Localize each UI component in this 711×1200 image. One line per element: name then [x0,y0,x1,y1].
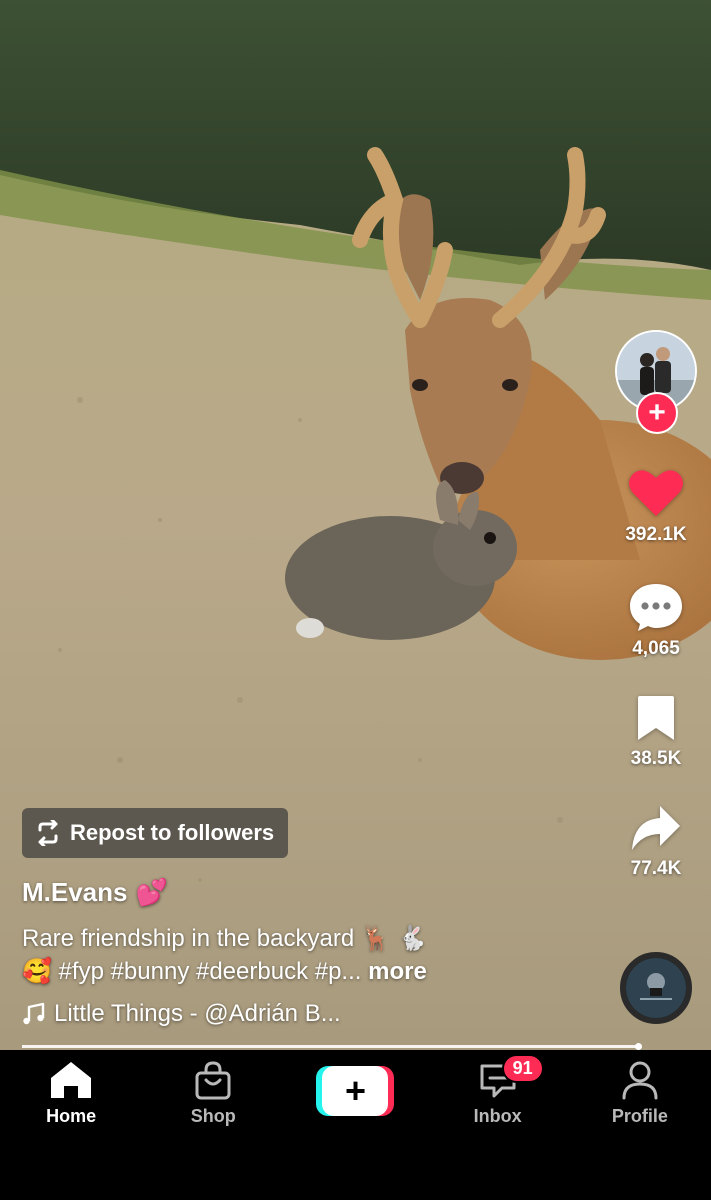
music-note-icon [23,1002,45,1025]
nav-shop-label: Shop [190,1106,236,1126]
caption-line-2: 🥰 #fyp #bunny #deerbuck #p... [22,958,362,985]
nav-inbox-label: Inbox [473,1106,522,1126]
shopping-bag-icon [195,1061,231,1100]
nav-home-label: Home [46,1106,97,1126]
plus-icon: + [322,1066,389,1116]
repost-icon [38,820,58,846]
person-icon [622,1061,658,1100]
nav-home[interactable]: Home [11,1060,131,1200]
author-emoji: 💕 [135,877,168,907]
comment-action[interactable]: 4,065 [628,580,684,660]
save-action[interactable]: 38.5K [630,694,682,770]
like-action[interactable]: 392.1K [625,466,687,546]
inbox-badge: 91 [501,1054,544,1083]
heart-icon[interactable] [627,466,685,518]
nav-shop[interactable]: Shop [153,1060,273,1200]
nav-inbox[interactable]: 91 Inbox [438,1054,558,1200]
bottom-nav: Home Shop + 91 Inbox Profile [0,1050,711,1200]
music-ticker[interactable]: Little Things - @Adrián B... [22,1000,341,1028]
nav-profile[interactable]: Profile [580,1060,700,1200]
progress-knob[interactable] [634,1043,642,1050]
follow-button[interactable]: + [636,392,678,434]
music-title: Little Things - @Adrián B... [54,1000,341,1027]
post-caption[interactable]: Rare friendship in the backyard 🦌 🐇 🥰 #f… [22,922,602,988]
repost-label: Repost to followers [70,820,275,845]
create-button[interactable]: + [316,1066,395,1116]
more-link[interactable]: more [368,958,427,985]
action-rail: + 392.1K 4,065 38.5K 77.4K [601,330,711,914]
author-label: M.Evans [22,877,128,907]
like-count: 392.1K [625,524,687,545]
creator-avatar-group: + [615,330,697,434]
comment-icon[interactable] [628,580,684,632]
caption-line-2-wrap: 🥰 #fyp #bunny #deerbuck #p... more [22,955,602,988]
nav-create[interactable]: + [295,1060,415,1200]
save-count: 38.5K [630,748,682,769]
caption-line-1: Rare friendship in the backyard 🦌 🐇 [22,925,428,952]
share-count: 77.4K [630,858,682,879]
repost-button[interactable]: Repost to followers [22,808,289,858]
nav-profile-label: Profile [611,1106,668,1126]
video-progress-bar[interactable] [22,1043,642,1050]
music-disc[interactable] [620,952,692,1024]
share-icon[interactable] [630,804,682,852]
share-action[interactable]: 77.4K [630,804,682,880]
author-name[interactable]: M.Evans 💕 [22,877,168,908]
comment-count: 4,065 [632,638,680,659]
music-disc-image [626,958,686,1018]
home-icon [51,1062,92,1098]
bookmark-icon[interactable] [636,694,676,742]
progress-fill [22,1045,639,1048]
